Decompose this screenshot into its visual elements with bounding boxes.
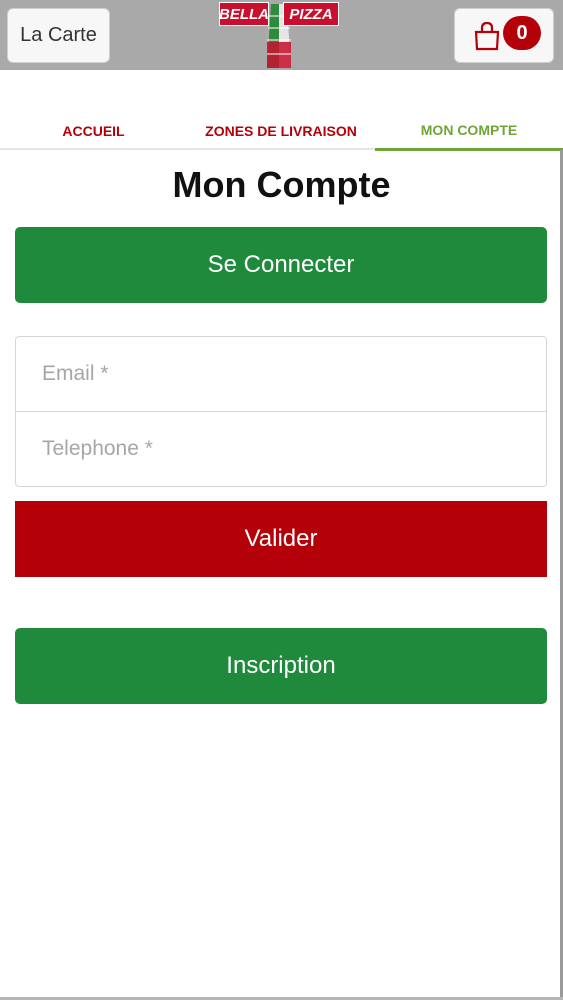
nav-tabs: ACCUEIL ZONES DE LIVRAISON MON COMPTE <box>0 112 563 151</box>
cart-button[interactable]: 0 <box>454 8 554 63</box>
shopping-bag-icon <box>474 21 500 51</box>
submit-button[interactable]: Valider <box>15 501 547 577</box>
email-field[interactable] <box>16 337 546 412</box>
logo-bella: BELLA <box>219 2 269 26</box>
menu-button[interactable]: La Carte <box>7 8 110 63</box>
cart-count-badge: 0 <box>503 16 541 50</box>
login-form <box>15 336 547 487</box>
tab-accueil[interactable]: ACCUEIL <box>0 112 187 150</box>
login-button[interactable]: Se Connecter <box>15 227 547 303</box>
page-title: Mon Compte <box>172 164 391 205</box>
register-button[interactable]: Inscription <box>15 628 547 704</box>
tab-mon-compte[interactable]: MON COMPTE <box>375 112 563 151</box>
top-bar: La Carte BELLA PIZZA 0 <box>0 0 563 70</box>
phone-field[interactable] <box>16 412 546 486</box>
logo[interactable]: BELLA PIZZA <box>219 0 341 70</box>
logo-pizza: PIZZA <box>283 2 339 26</box>
tab-zones-livraison[interactable]: ZONES DE LIVRAISON <box>187 112 375 150</box>
